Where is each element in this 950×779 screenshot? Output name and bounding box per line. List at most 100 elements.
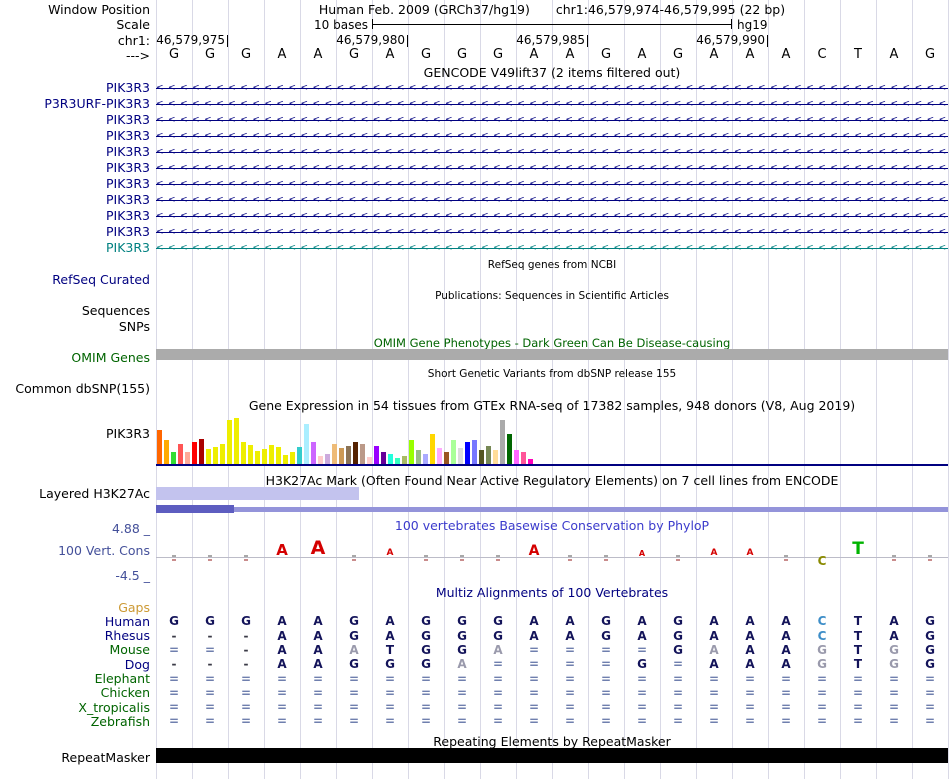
species-label-human[interactable]: Human (0, 615, 150, 628)
alignment-base: = (492, 700, 504, 715)
gene-label[interactable]: PIK3R3 (0, 145, 150, 158)
gene-label[interactable]: PIK3R3 (0, 113, 150, 126)
alignment-base: T (853, 614, 863, 629)
alignment-base: A (313, 657, 323, 672)
alignment-base: = (168, 714, 180, 729)
alignment-row-x_tropicalis[interactable]: = = = = = = = = = = = = = = = = = = = = = = (156, 700, 948, 714)
alignment-base: = (852, 685, 864, 700)
species-label-rhesus[interactable]: Rhesus (0, 629, 150, 642)
alignment-base: = (384, 714, 396, 729)
alignment-base: = (816, 685, 828, 700)
alignment-base: C (817, 628, 827, 643)
alignment-base: A (709, 628, 719, 643)
alignment-base: = (636, 700, 648, 715)
alignment-base: = (636, 714, 648, 729)
gene-label[interactable]: PIK3R3 (0, 209, 150, 222)
alignment-row-elephant[interactable]: = = = = = = = = = = = = = = = = = = = = = = (156, 672, 948, 686)
species-label-dog[interactable]: Dog (0, 658, 150, 671)
repeatmasker-label[interactable]: RepeatMasker (0, 751, 150, 764)
gene-label[interactable]: PIK3R3 (0, 225, 150, 238)
alignment-base: G (421, 657, 431, 672)
alignment-base: = (564, 671, 576, 686)
gene-label[interactable]: PIK3R3 (0, 177, 150, 190)
alignment-base: A (277, 628, 287, 643)
gene-label[interactable]: PIK3R3 (0, 81, 150, 94)
alignment-base: = (888, 671, 900, 686)
gene-label[interactable]: P3R3URF-PIK3R3 (0, 97, 150, 110)
alignment-base: = (168, 642, 180, 657)
repeatmasker-bar[interactable] (156, 748, 948, 763)
alignment-base: = (312, 700, 324, 715)
alignment-base: = (204, 642, 216, 657)
alignment-row-rhesus[interactable]: ---AAGAGGGAAGAGAAACTAG (156, 629, 948, 643)
alignment-base: A (781, 657, 791, 672)
species-label-x_tropicalis[interactable]: X_tropicalis (0, 701, 150, 714)
alignment-base: = (780, 671, 792, 686)
alignment-base: G (169, 614, 179, 629)
alignment-base: G (601, 614, 611, 629)
species-label-elephant[interactable]: Elephant (0, 672, 150, 685)
alignment-base: A (709, 614, 719, 629)
gene-label[interactable]: PIK3R3 (0, 161, 150, 174)
alignment-base: = (600, 700, 612, 715)
alignment-base: = (708, 714, 720, 729)
alignment-base: T (853, 657, 863, 672)
alignment-base: G (493, 628, 503, 643)
alignment-base: A (529, 628, 539, 643)
alignment-base: A (889, 614, 899, 629)
alignment-base: = (528, 657, 540, 672)
alignment-base: G (457, 628, 467, 643)
ucsc-genome-browser: Window Position Human Feb. 2009 (GRCh37/… (0, 0, 950, 779)
alignment-base: G (925, 642, 935, 657)
alignment-base: = (528, 700, 540, 715)
alignment-base: = (276, 685, 288, 700)
alignment-base: = (636, 642, 648, 657)
alignment-base: A (529, 614, 539, 629)
alignment-row-mouse[interactable]: = = - A A A T G G A = = = = G A A A G T G G (156, 643, 948, 657)
alignment-base: = (744, 685, 756, 700)
alignment-base: A (313, 628, 323, 643)
alignment-base: A (385, 614, 395, 629)
alignment-base: A (745, 628, 755, 643)
alignment-row-dog[interactable]: - - - A A G G G A = = = = G = A A A G T G G (156, 657, 948, 671)
species-label-chicken[interactable]: Chicken (0, 686, 150, 699)
alignment-base: G (673, 628, 683, 643)
gene-label[interactable]: PIK3R3 (0, 129, 150, 142)
alignment-base: G (457, 614, 467, 629)
alignment-base: = (780, 700, 792, 715)
species-label-gaps[interactable]: Gaps (0, 601, 150, 614)
alignment-base: = (816, 700, 828, 715)
alignment-row-human[interactable]: GGGAAGAGGGAAGAGAAACTAG (156, 614, 948, 628)
alignment-base: = (240, 671, 252, 686)
alignment-base: = (312, 714, 324, 729)
alignment-base: A (781, 628, 791, 643)
alignment-base: - (207, 628, 213, 643)
gene-label[interactable]: PIK3R3 (0, 241, 150, 254)
alignment-base: A (349, 642, 359, 657)
alignment-base: G (385, 657, 395, 672)
alignment-base: = (276, 700, 288, 715)
alignment-base: = (384, 700, 396, 715)
alignment-base: = (672, 714, 684, 729)
gene-label[interactable]: PIK3R3 (0, 193, 150, 206)
alignment-base: - (243, 657, 249, 672)
alignment-row-zebrafish[interactable]: = = = = = = = = = = = = = = = = = = = = = = (156, 714, 948, 728)
alignment-base: = (600, 685, 612, 700)
alignment-base: C (817, 614, 827, 629)
alignment-base: = (240, 714, 252, 729)
species-label-mouse[interactable]: Mouse (0, 643, 150, 656)
alignment-base: A (313, 614, 323, 629)
alignment-base: = (564, 700, 576, 715)
alignment-base: = (420, 700, 432, 715)
alignment-base: G (637, 657, 647, 672)
alignment-base: G (817, 642, 827, 657)
alignment-base: G (421, 642, 431, 657)
alignment-base: G (205, 614, 215, 629)
alignment-base: A (277, 614, 287, 629)
alignment-base: = (564, 657, 576, 672)
species-label-zebrafish[interactable]: Zebrafish (0, 715, 150, 728)
alignment-row-chicken[interactable]: = = = = = = = = = = = = = = = = = = = = = = (156, 686, 948, 700)
alignment-base: A (781, 614, 791, 629)
alignment-base: = (420, 714, 432, 729)
alignment-row-gaps[interactable] (156, 600, 948, 614)
